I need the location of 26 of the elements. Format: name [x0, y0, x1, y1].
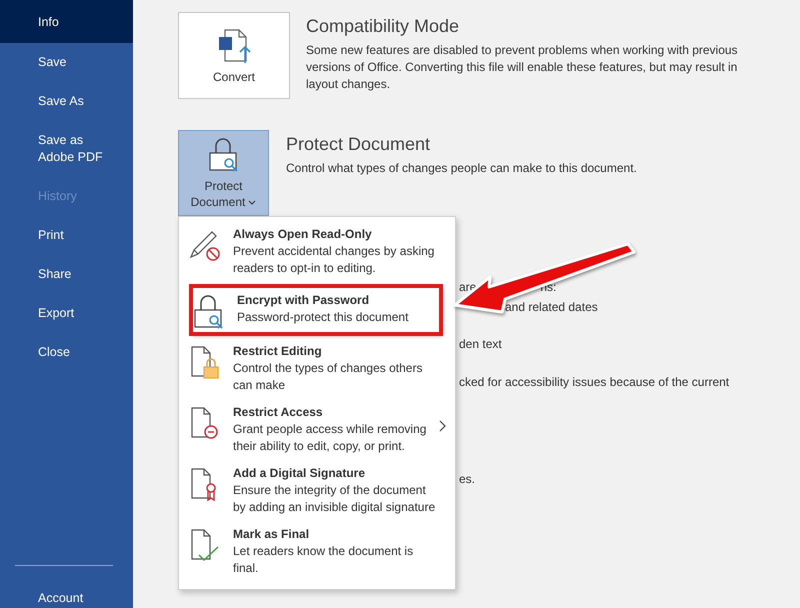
section-description: Control what types of changes people can make to this document.	[286, 160, 638, 177]
section-description: Some new features are disabled to prevent problems when working with previous versions of Office. Converting this file will enable these features, but may result in layout changes.	[306, 42, 739, 93]
menu-item[interactable]: Encrypt with Password Password-protect this document	[191, 286, 441, 334]
menu-item[interactable]: Restrict Access Grant people access while removing their ability to edit, copy, or print.	[179, 400, 455, 461]
body-text: and related dates	[505, 299, 598, 316]
section-title: Protect Document	[286, 134, 432, 155]
sidebar-item[interactable]: Info	[0, 0, 133, 43]
menu-item[interactable]: Restrict Editing Control the types of changes others can make	[179, 339, 455, 400]
sidebar-item[interactable]: Save As	[0, 82, 133, 121]
body-text: es.	[459, 471, 476, 488]
sidebar-item[interactable]: Save as Adobe PDF	[0, 121, 133, 177]
sidebar-item[interactable]: Print	[0, 216, 133, 255]
sidebar-item[interactable]: Close	[0, 333, 133, 372]
body-text: cked for accessibility issues because of the current	[459, 374, 730, 391]
menu-item[interactable]: Add a Digital Signature Ensure the integrity of the document by adding an invisible digital signature	[179, 461, 455, 522]
section-title: Compatibility Mode	[306, 16, 460, 37]
menu-item[interactable]: Always Open Read-Only Prevent accidental changes by asking readers to opt-in to editing.	[179, 222, 455, 283]
sidebar-item[interactable]: Save	[0, 43, 133, 82]
sidebar-item[interactable]: Export	[0, 294, 133, 333]
sidebar-item[interactable]: Share	[0, 255, 133, 294]
protect-document-button[interactable]: Protect Document	[178, 130, 269, 216]
caret-icon	[248, 200, 256, 206]
convert-button[interactable]: Convert	[178, 12, 290, 99]
menu-item[interactable]: Mark as Final Let readers know the document is final.	[179, 522, 455, 583]
body-text: den text	[459, 336, 502, 353]
sidebar-item[interactable]: Account	[0, 584, 133, 608]
